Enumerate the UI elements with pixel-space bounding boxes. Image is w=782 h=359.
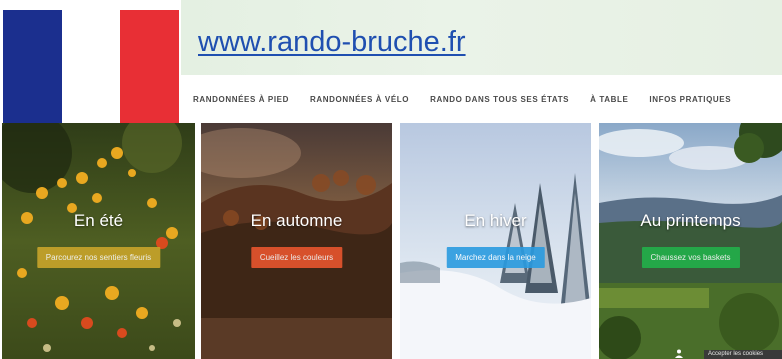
summer-flowers-image bbox=[2, 123, 195, 359]
card-winter-title: En hiver bbox=[464, 211, 527, 230]
card-winter[interactable]: En hiver Marchez dans la neige bbox=[400, 123, 591, 359]
card-summer[interactable]: En été Parcourez nos sentiers fleuris bbox=[2, 123, 195, 359]
spring-landscape-image bbox=[599, 123, 782, 359]
card-summer-button[interactable]: Parcourez nos sentiers fleuris bbox=[36, 247, 161, 268]
site-url-link[interactable]: www.rando-bruche.fr bbox=[198, 26, 466, 59]
nav-item-a-table[interactable]: À TABLE bbox=[590, 95, 628, 104]
nav-item-infos-pratiques[interactable]: INFOS PRATIQUES bbox=[649, 95, 731, 104]
main-nav: RANDONNÉES À PIED RANDONNÉES À VÉLO RAND… bbox=[193, 75, 731, 123]
cookie-badge[interactable]: Accepter les cookies bbox=[704, 350, 782, 359]
card-spring[interactable]: Au printemps Chaussez vos baskets Accept… bbox=[599, 123, 782, 359]
flag-red-stripe bbox=[120, 10, 180, 124]
card-autumn[interactable]: En automne Cueillez les couleurs bbox=[201, 123, 392, 359]
flag-white-stripe bbox=[61, 10, 121, 124]
nav-item-randonnees-a-pied[interactable]: RANDONNÉES À PIED bbox=[193, 95, 289, 104]
card-spring-button[interactable]: Chaussez vos baskets bbox=[641, 247, 740, 268]
winter-snow-image bbox=[400, 123, 591, 359]
nav-bar: RANDONNÉES À PIED RANDONNÉES À VÉLO RAND… bbox=[181, 75, 782, 123]
french-flag-logo bbox=[3, 10, 180, 124]
season-cards: En été Parcourez nos sentiers fleuris En… bbox=[0, 123, 782, 359]
nav-item-rando-tous-etats[interactable]: RANDO DANS TOUS SES ÉTATS bbox=[430, 95, 569, 104]
card-summer-title: En été bbox=[73, 211, 124, 230]
autumn-landscape-image bbox=[201, 123, 392, 359]
nav-item-randonnees-a-velo[interactable]: RANDONNÉES À VÉLO bbox=[310, 95, 409, 104]
header-band: www.rando-bruche.fr bbox=[181, 0, 782, 75]
card-autumn-title: En automne bbox=[250, 211, 343, 230]
flag-blue-stripe bbox=[3, 10, 62, 124]
card-winter-button[interactable]: Marchez dans la neige bbox=[446, 247, 545, 268]
card-spring-title: Au printemps bbox=[640, 211, 741, 230]
card-autumn-button[interactable]: Cueillez les couleurs bbox=[250, 247, 343, 268]
person-icon bbox=[675, 349, 683, 358]
